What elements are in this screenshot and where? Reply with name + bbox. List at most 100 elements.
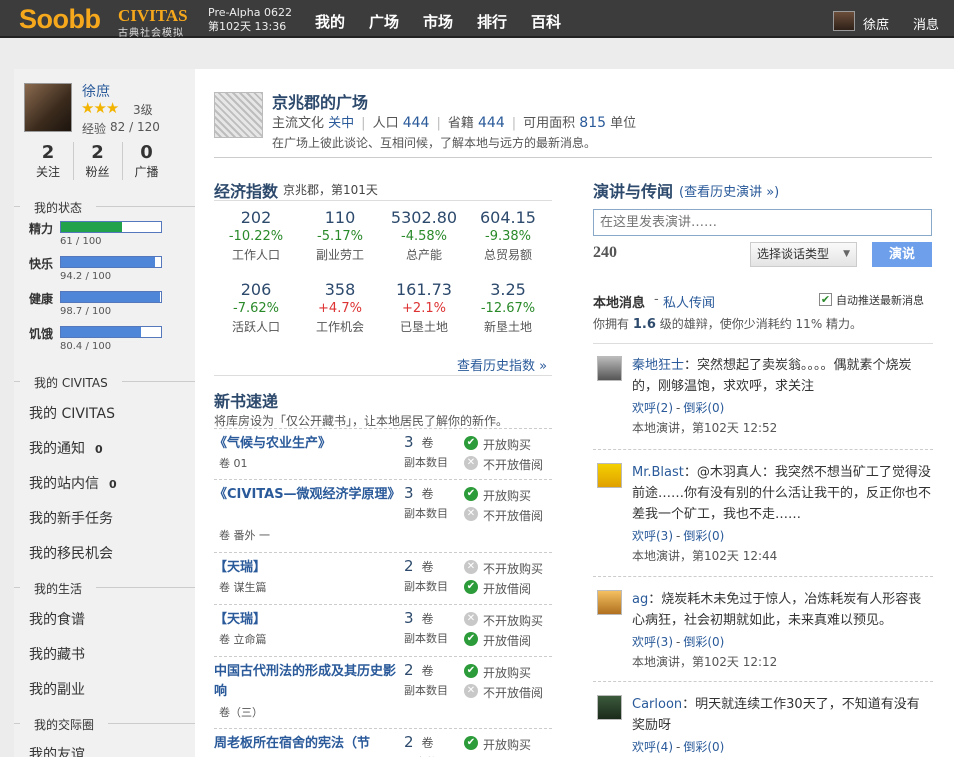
book-title[interactable]: 【天瑞】 xyxy=(214,610,397,630)
book-title[interactable]: 中国古代刑法的形成及其历史影响 xyxy=(214,662,397,702)
book-title[interactable]: 《CIVITAS—微观经济学原理》 xyxy=(214,485,401,505)
copies-unit: 卷 xyxy=(421,487,434,501)
civ-section-title: 我的 CIVITAS xyxy=(20,374,122,391)
version-date: Pre-Alpha 0622 第102天 13:36 xyxy=(208,6,292,34)
stat-fans[interactable]: 2 粉丝 xyxy=(73,142,121,180)
message-actions: 欢呼(3) - 倒彩(0) xyxy=(632,633,724,650)
divider xyxy=(214,552,552,553)
private-rumor-tab[interactable]: 私人传闻 xyxy=(663,292,715,311)
cheer-link[interactable]: 欢呼(2) xyxy=(632,401,673,415)
stat-following[interactable]: 2 关注 xyxy=(24,142,72,180)
side-friendship[interactable]: 我的友谊 xyxy=(29,744,85,757)
eloquence-level: 1.6 xyxy=(632,317,656,332)
local-news-tab[interactable]: 本地消息 xyxy=(593,292,645,311)
lend-status: 不开放借阅 xyxy=(483,509,544,523)
side-inbox[interactable]: 我的站内信 0 xyxy=(29,473,117,493)
soobb-logo[interactable]: Soobb xyxy=(19,4,101,35)
book-volume: 卷 立命篇 xyxy=(219,633,267,646)
side-books[interactable]: 我的藏书 xyxy=(29,644,85,664)
version-label: Pre-Alpha 0622 xyxy=(208,6,292,19)
econ-history-link[interactable]: 查看历史指数 » xyxy=(457,355,547,374)
side-my-civitas[interactable]: 我的 CIVITAS xyxy=(29,403,115,423)
speech-type-select[interactable]: 选择谈话类型 ▼ xyxy=(750,242,857,267)
speech-input[interactable] xyxy=(593,209,932,236)
nav-mine[interactable]: 我的 xyxy=(315,11,345,32)
copies-unit: 卷 xyxy=(421,736,434,750)
profile-avatar[interactable] xyxy=(24,83,72,132)
boo-link[interactable]: 倒彩(0) xyxy=(683,740,724,754)
econ-value: 358 xyxy=(324,280,356,299)
nav-market[interactable]: 市场 xyxy=(423,11,453,32)
econ-cell: 202 -10.22% 工作人口 xyxy=(214,208,298,263)
message-author[interactable]: Carloon xyxy=(632,697,682,712)
message-body: 秦地狂士：突然想起了卖炭翁。。。。偶就素个烧炭的，刚够温饱，求欢呼，求关注 xyxy=(632,355,932,397)
side-migration[interactable]: 我的移民机会 xyxy=(29,543,113,563)
message-body: Carloon：明天就连续工作30天了，不知道有没有奖励呀 xyxy=(632,694,932,736)
top-messages-link[interactable]: 消息 xyxy=(913,14,939,33)
speech-submit-button[interactable]: 演说 xyxy=(872,242,932,267)
nav-plaza[interactable]: 广场 xyxy=(369,11,399,32)
book-title[interactable]: 《气候与农业生产》 xyxy=(214,434,397,454)
boo-link[interactable]: 倒彩(0) xyxy=(683,529,724,543)
message-actions: 欢呼(3) - 倒彩(0) xyxy=(632,527,724,544)
check-circle-icon: ✔ xyxy=(464,736,478,750)
profile-name[interactable]: 徐庶 xyxy=(82,81,110,101)
bottle-avatar[interactable] xyxy=(597,590,622,615)
area-unit: 单位 xyxy=(610,116,637,131)
copies-count: 3 xyxy=(404,433,414,451)
top-username[interactable]: 徐庶 xyxy=(863,14,889,33)
divider xyxy=(214,728,552,729)
status-value: 94.2 / 100 xyxy=(60,271,112,282)
cheer-link[interactable]: 欢呼(4) xyxy=(632,740,673,754)
message-author[interactable]: Mr.Blast xyxy=(632,465,684,480)
nav-ranking[interactable]: 排行 xyxy=(477,11,507,32)
speech-history-link[interactable]: (查看历史演讲 ») xyxy=(679,181,779,200)
message-body: Mr.Blast：@木羽真人：我突然不想当矿工了觉得没前途……你有没有别的什么活… xyxy=(632,462,932,525)
pop-label: 人口 xyxy=(372,116,399,131)
profile-level: 3级 xyxy=(133,103,153,117)
check-circle-icon: ✔ xyxy=(464,664,478,678)
book-volume: 卷（三） xyxy=(219,706,263,719)
exp-value: 82 / 120 xyxy=(110,120,160,134)
user-avatar-small[interactable] xyxy=(833,11,855,31)
book-title[interactable]: 【天瑞】 xyxy=(214,558,397,578)
check-circle-icon: ✔ xyxy=(464,580,478,594)
econ-value: 110 xyxy=(324,208,356,227)
side-newbie-tasks[interactable]: 我的新手任务 xyxy=(29,508,113,528)
warning-sign-avatar[interactable] xyxy=(597,463,622,488)
buy-status: 开放购买 xyxy=(483,738,532,752)
econ-change: -12.67% xyxy=(480,301,536,316)
speech-title: 演讲与传闻 xyxy=(593,182,674,201)
book-title[interactable]: 周老板所在宿舍的宪法（节 xyxy=(214,734,397,754)
boo-link[interactable]: 倒彩(0) xyxy=(683,635,724,649)
cheer-link[interactable]: 欢呼(3) xyxy=(632,635,673,649)
stat-broadcast[interactable]: 0 广播 xyxy=(122,142,170,180)
masked-avatar[interactable] xyxy=(597,356,622,381)
side-recipes[interactable]: 我的食谱 xyxy=(29,609,85,629)
cross-circle-icon: ✕ xyxy=(464,560,478,574)
moose-avatar[interactable] xyxy=(597,695,622,720)
econ-change: -5.17% xyxy=(317,229,363,244)
status-bar xyxy=(60,291,162,303)
message-author[interactable]: 秦地狂士 xyxy=(632,358,684,373)
civitas-logo[interactable]: CIVITAS xyxy=(118,6,188,26)
plaza-info: 主流文化 关中 | 人口 444 | 省籍 444 | 可用面积 815 单位 xyxy=(272,115,637,131)
side-notifications[interactable]: 我的通知 0 xyxy=(29,438,103,458)
copies-unit: 卷 xyxy=(421,664,434,678)
copies-count: 2 xyxy=(404,733,414,751)
econ-change: -4.58% xyxy=(401,229,447,244)
boo-link[interactable]: 倒彩(0) xyxy=(683,401,724,415)
cross-circle-icon: ✕ xyxy=(464,684,478,698)
cheer-link[interactable]: 欢呼(3) xyxy=(632,529,673,543)
nav-wiki[interactable]: 百科 xyxy=(531,11,561,32)
auto-push-checkbox[interactable]: ✔ xyxy=(819,293,832,306)
divider xyxy=(593,343,933,344)
message-author[interactable]: ag xyxy=(632,592,648,607)
separator: - xyxy=(676,529,681,543)
copies-label: 副本数目 xyxy=(404,684,448,697)
star-icon: ★ xyxy=(93,99,106,117)
econ-value: 206 xyxy=(240,280,272,299)
side-sidejob[interactable]: 我的副业 xyxy=(29,679,85,699)
plaza-title: 京兆郡的广场 xyxy=(272,93,369,112)
econ-title: 经济指数 xyxy=(214,182,279,201)
